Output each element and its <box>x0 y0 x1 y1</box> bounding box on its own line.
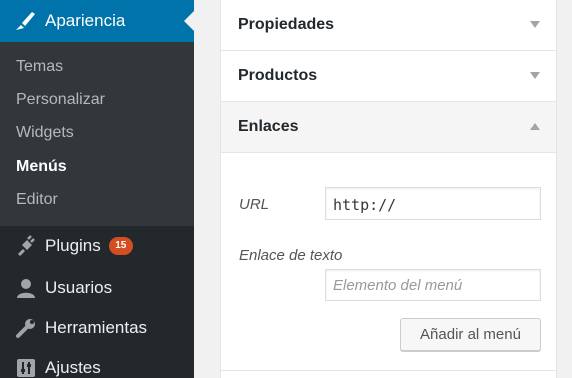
submenu-menus[interactable]: Menús <box>16 158 67 176</box>
current-arrow <box>184 11 194 31</box>
update-count-badge: 15 <box>108 237 133 255</box>
add-to-menu-button[interactable]: Añadir al menú <box>400 318 541 351</box>
user-icon <box>13 275 39 301</box>
menu-plugins[interactable]: Plugins 15 <box>0 226 194 266</box>
menu-ajustes-label: Ajustes <box>45 358 101 377</box>
submenu-temas[interactable]: Temas <box>16 58 63 76</box>
section-propiedades[interactable]: Propiedades <box>221 0 556 51</box>
menu-apariencia-label: Apariencia <box>45 11 126 30</box>
link-text-label: Enlace de texto <box>239 247 343 264</box>
settings-icon <box>13 355 39 378</box>
menu-herramientas-label: Herramientas <box>45 318 148 337</box>
section-productos[interactable]: Productos <box>221 51 556 102</box>
menu-herramientas[interactable]: Herramientas <box>0 308 194 348</box>
submenu-editor[interactable]: Editor <box>16 191 58 209</box>
menu-plugins-label: Plugins <box>45 236 101 255</box>
chevron-down-icon[interactable] <box>530 72 540 79</box>
admin-sidebar: Apariencia Temas Personalizar Widgets Me… <box>0 0 194 378</box>
link-text-input[interactable]: Elemento del menú <box>325 269 541 301</box>
appearance-submenu: Temas Personalizar Widgets Menús Editor <box>0 42 194 226</box>
section-enlaces-title: Enlaces <box>238 118 299 135</box>
brush-icon <box>13 8 39 34</box>
section-propiedades-title: Propiedades <box>238 16 335 33</box>
menu-usuarios-label: Usuarios <box>45 278 113 297</box>
section-enlaces[interactable]: Enlaces <box>221 102 556 153</box>
divider <box>221 370 556 371</box>
menu-items-panel: Propiedades Productos Enlaces URL http:/… <box>220 0 557 378</box>
plugin-icon <box>13 233 39 259</box>
menu-apariencia[interactable]: Apariencia <box>0 0 194 42</box>
section-productos-title: Productos <box>238 67 318 84</box>
url-input[interactable]: http:// <box>325 187 541 220</box>
submenu-personalizar[interactable]: Personalizar <box>16 91 105 109</box>
chevron-down-icon[interactable] <box>530 21 540 28</box>
menu-usuarios[interactable]: Usuarios <box>0 268 194 308</box>
submenu-widgets[interactable]: Widgets <box>16 124 74 142</box>
wrench-icon <box>13 315 39 341</box>
url-label: URL <box>239 196 270 213</box>
chevron-up-icon[interactable] <box>530 123 540 130</box>
menu-ajustes[interactable]: Ajustes <box>0 348 194 378</box>
